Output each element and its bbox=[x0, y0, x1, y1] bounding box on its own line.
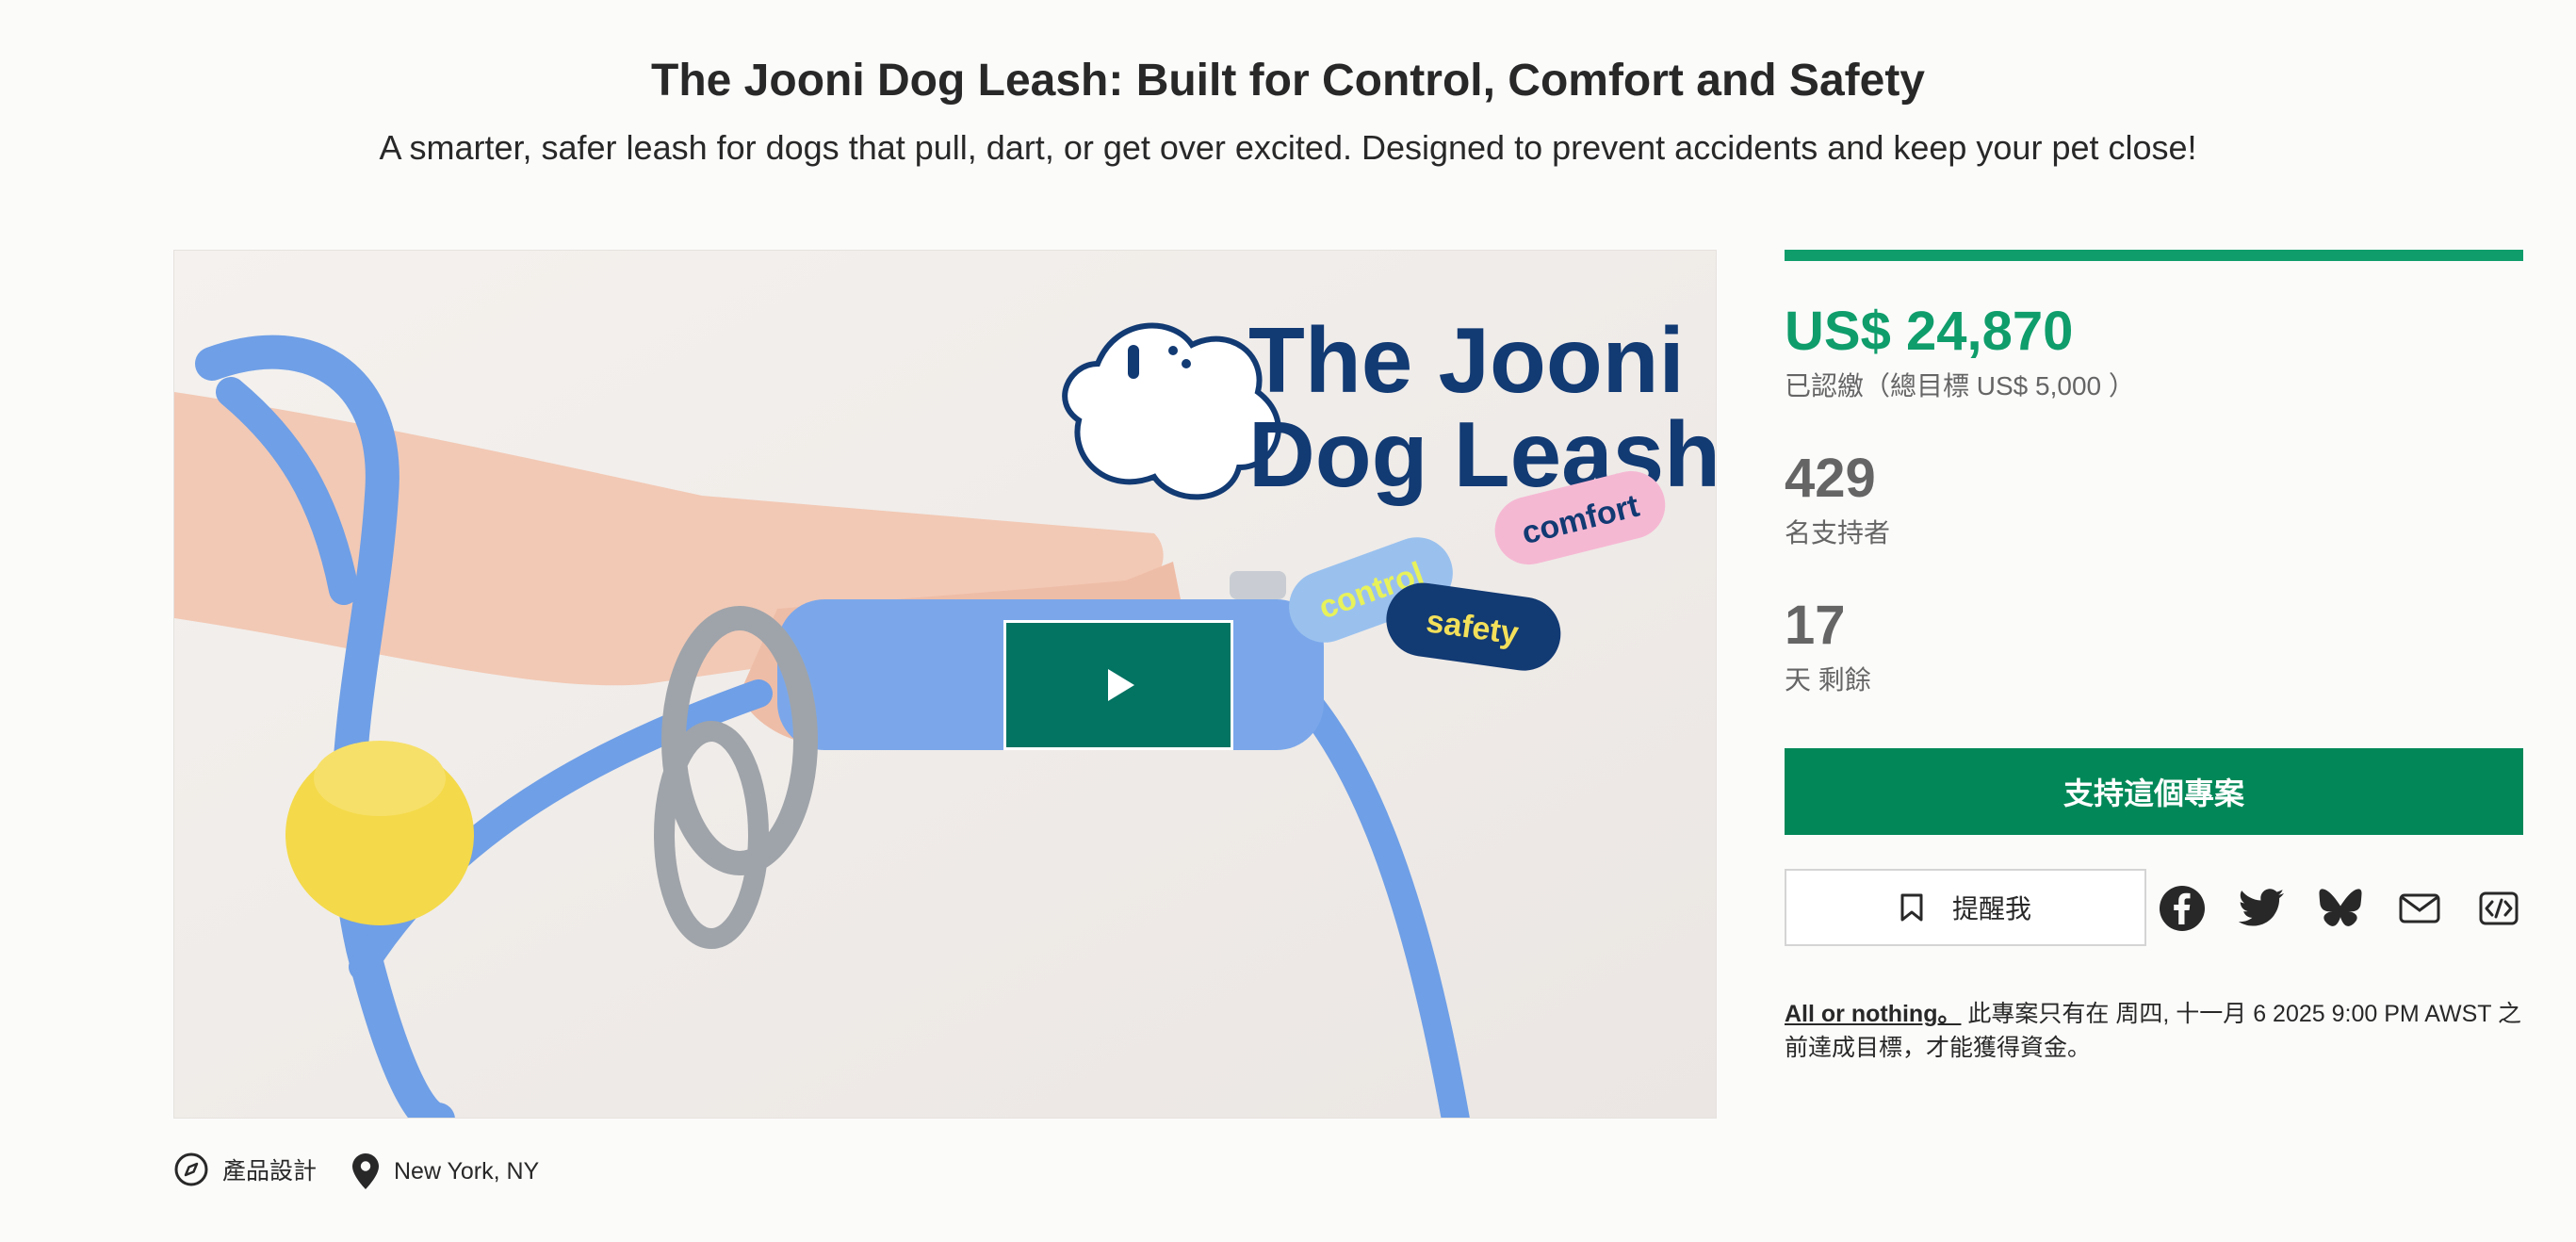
backers-count: 429 bbox=[1785, 448, 1876, 509]
project-video[interactable]: The Jooni Dog Leash comfort control safe… bbox=[173, 250, 1717, 1119]
project-subtitle: A smarter, safer leash for dogs that pul… bbox=[379, 128, 2197, 167]
location-link[interactable]: New York, NY bbox=[351, 1152, 539, 1191]
play-button[interactable] bbox=[1003, 620, 1233, 750]
hero-logo-line1: The Jooni bbox=[1248, 308, 1685, 412]
pledged-goal-note: 已認繳（總目標 US$ 5,000 ） bbox=[1785, 371, 2135, 400]
embed-icon[interactable] bbox=[2474, 884, 2523, 933]
facebook-icon[interactable] bbox=[2158, 884, 2207, 933]
remind-me-button[interactable]: 提醒我 bbox=[1785, 869, 2146, 946]
funding-progress-fill bbox=[1785, 250, 2523, 261]
bookmark-icon bbox=[1900, 893, 1923, 922]
location-label: New York, NY bbox=[394, 1157, 540, 1185]
remind-me-label: 提醒我 bbox=[1951, 894, 2031, 923]
days-remaining: 17 bbox=[1785, 595, 1846, 656]
map-pin-icon bbox=[352, 1153, 379, 1189]
category-label: 產品設計 bbox=[222, 1158, 318, 1185]
days-remaining-label: 天 剩餘 bbox=[1785, 665, 1871, 695]
hero-image: The Jooni Dog Leash comfort control safe… bbox=[174, 251, 1716, 1118]
bluesky-icon[interactable] bbox=[2316, 884, 2365, 933]
all-or-nothing-link[interactable]: All or nothing。 bbox=[1785, 1001, 1961, 1027]
backers-label: 名支持者 bbox=[1785, 518, 1891, 547]
email-icon[interactable] bbox=[2395, 884, 2444, 933]
play-icon bbox=[1108, 669, 1134, 701]
funding-progress-bar bbox=[1785, 250, 2523, 261]
project-title: The Jooni Dog Leash: Built for Control, … bbox=[651, 56, 1925, 106]
back-project-button[interactable]: 支持這個專案 bbox=[1785, 748, 2523, 835]
compass-icon bbox=[174, 1152, 208, 1186]
pledged-amount: US$ 24,870 bbox=[1785, 301, 2074, 362]
all-or-nothing-notice: All or nothing。 此專案只有在 周四, 十一月 6 2025 9:… bbox=[1785, 997, 2523, 1065]
category-link[interactable]: 產品設計 bbox=[173, 1152, 317, 1187]
twitter-icon[interactable] bbox=[2237, 884, 2286, 933]
